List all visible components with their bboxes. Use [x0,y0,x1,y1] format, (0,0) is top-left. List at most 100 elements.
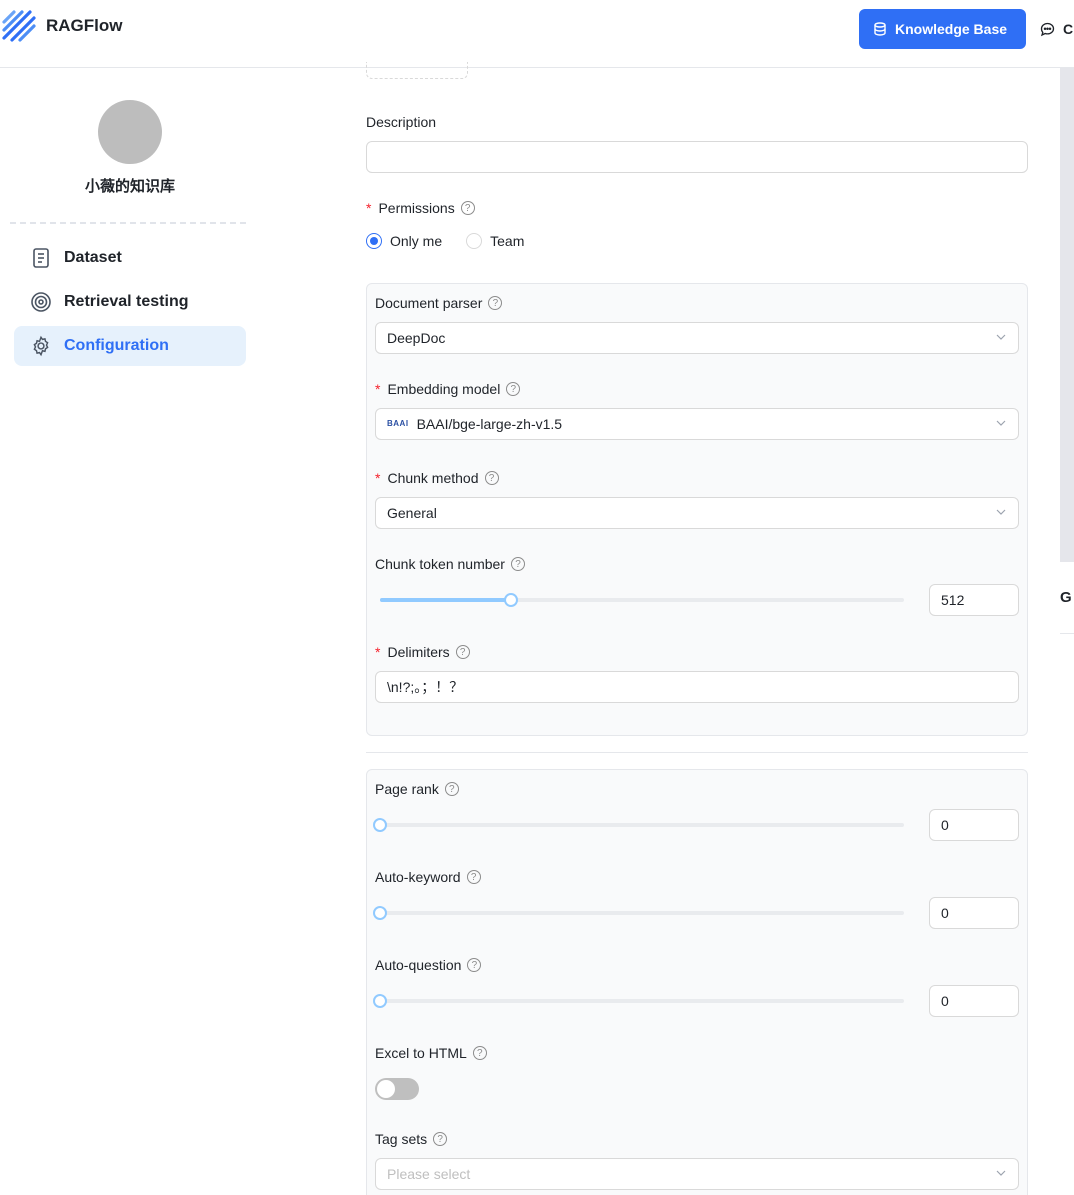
auto-keyword-slider-track[interactable] [380,911,904,915]
radio-team[interactable] [466,233,483,249]
tag-sets-select[interactable]: Please select [375,1158,1019,1190]
help-icon[interactable]: ? [488,296,503,310]
page-rank-slider-handle[interactable] [373,818,387,832]
help-icon[interactable]: ? [444,782,459,796]
permissions-label-text: Permissions [378,200,455,216]
avatar-upload-box[interactable] [366,62,468,79]
document-parser-label-text: Document parser [375,295,483,311]
help-icon[interactable]: ? [467,958,482,972]
radio-only-me-label[interactable]: Only me [390,233,442,249]
required-mark: * [375,381,381,397]
sidebar-item-label: Retrieval testing [64,293,189,310]
radio-only-me[interactable] [366,233,382,249]
knowledge-base-label: Knowledge Base [895,21,1008,37]
permissions-label: * Permissions ? [366,200,475,216]
document-parser-value: DeepDoc [387,330,446,346]
document-parser-label: Document parser ? [375,295,503,311]
help-icon[interactable]: ? [472,1046,487,1060]
help-icon[interactable]: ? [506,382,521,396]
chunk-token-number-label-text: Chunk token number [375,556,505,572]
chevron-down-icon [996,334,1006,340]
delimiters-label: * Delimiters ? [375,644,470,660]
chunk-token-slider-fill [380,598,511,602]
tag-sets-label-text: Tag sets [375,1131,428,1147]
help-icon[interactable]: ? [455,645,470,659]
chunk-token-number-label: Chunk token number ? [375,556,525,572]
chunk-method-label-text: Chunk method [387,470,479,486]
gear-icon [33,335,49,357]
auto-question-label-text: Auto-question [375,957,462,973]
chunk-token-slider-handle[interactable] [504,593,518,607]
embedding-model-value: BAAI/bge-large-zh-v1.5 [416,416,563,432]
tag-sets-label: Tag sets ? [375,1131,448,1147]
auto-keyword-value: 0 [941,905,949,921]
auto-keyword-label-text: Auto-keyword [375,869,461,885]
sidebar-divider [10,222,246,224]
sidebar-item-label: Dataset [64,249,122,266]
sidebar-item-label: Configuration [64,337,169,354]
embedding-model-select[interactable]: BAAI BAAI/bge-large-zh-v1.5 [375,408,1019,440]
embedding-model-label: * Embedding model ? [375,381,521,397]
auto-keyword-slider-handle[interactable] [373,906,387,920]
ragflow-logo-icon[interactable] [2,8,36,44]
page-rank-label: Page rank ? [375,781,459,797]
knowledge-base-button[interactable]: Knowledge Base [859,9,1026,49]
top-header: RAGFlow Knowledge Base C [0,0,1074,68]
help-icon[interactable]: ? [433,1132,448,1146]
tag-sets-placeholder: Please select [387,1166,471,1182]
help-icon[interactable]: ? [460,201,475,215]
page-rank-input[interactable]: 0 [929,809,1019,841]
document-parser-select[interactable]: DeepDoc [375,322,1019,354]
help-icon[interactable]: ? [484,471,499,485]
sidebar-item-configuration[interactable]: Configuration [14,326,246,366]
document-icon [33,248,49,268]
right-panel-scrollbar[interactable] [1060,68,1074,562]
help-icon[interactable]: ? [510,557,525,571]
auto-question-label: Auto-question ? [375,957,482,973]
section-divider [366,752,1028,753]
required-mark: * [375,470,381,486]
auto-question-input[interactable]: 0 [929,985,1019,1017]
excel-to-html-toggle[interactable] [375,1078,419,1100]
brand-name: RAGFlow [46,16,123,35]
required-mark: * [366,200,372,216]
chat-nav-label: C [1063,21,1074,37]
delimiters-input[interactable]: \n!?;。；！？ [375,671,1019,703]
kb-avatar [98,100,162,164]
delimiters-label-text: Delimiters [387,644,450,660]
description-input[interactable] [366,141,1028,173]
auto-keyword-label: Auto-keyword ? [375,869,481,885]
help-icon[interactable]: ? [466,870,481,884]
right-panel-partial-text: G [1060,589,1072,606]
auto-keyword-input[interactable]: 0 [929,897,1019,929]
chat-bubble-icon [1040,22,1055,36]
target-icon [31,292,51,312]
chevron-down-icon [996,1170,1006,1176]
description-label: Description [366,114,436,130]
page-rank-label-text: Page rank [375,781,439,797]
delimiters-value: \n!?;。；！？ [387,679,464,695]
chevron-down-icon [996,420,1006,426]
embedding-model-label-text: Embedding model [387,381,501,397]
kb-name: 小薇的知识库 [84,178,175,195]
chunk-method-value: General [387,505,437,521]
auto-question-slider-track[interactable] [380,999,904,1003]
sidebar-item-retrieval-testing[interactable]: Retrieval testing [14,282,246,322]
excel-to-html-label: Excel to HTML ? [375,1045,487,1061]
sidebar-item-dataset[interactable]: Dataset [14,238,246,278]
chunk-token-number-input[interactable]: 512 [929,584,1019,616]
chevron-down-icon [996,509,1006,515]
chunk-method-label: * Chunk method ? [375,470,499,486]
chat-nav-button[interactable]: C [1032,9,1074,49]
radio-team-label[interactable]: Team [490,233,524,249]
description-label-text: Description [366,114,437,130]
auto-question-slider-handle[interactable] [373,994,387,1008]
page-rank-slider-track[interactable] [380,823,904,827]
database-icon [874,22,886,36]
excel-to-html-label-text: Excel to HTML [375,1045,467,1061]
page-rank-value: 0 [941,817,949,833]
chunk-token-number-value: 512 [941,592,965,608]
chunk-method-select[interactable]: General [375,497,1019,529]
auto-question-value: 0 [941,993,949,1009]
right-panel-divider [1060,633,1074,634]
